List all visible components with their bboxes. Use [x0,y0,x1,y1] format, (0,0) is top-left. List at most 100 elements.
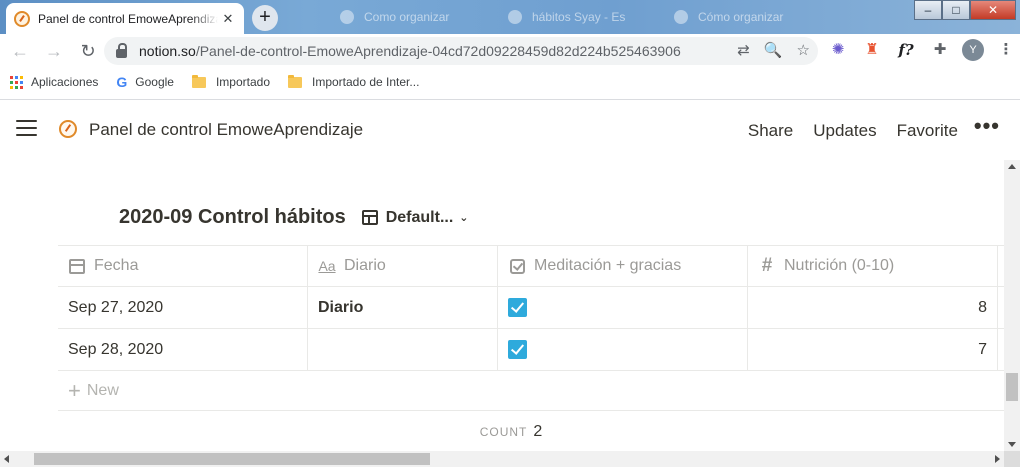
horizontal-scrollbar[interactable] [0,451,1004,467]
cell-nutricion[interactable]: 7 [748,329,998,370]
scrollbar-corner [1004,451,1020,467]
new-row-label: New [86,381,119,399]
view-selector[interactable]: Default... ⌄ [361,208,469,227]
background-tab-title: hábitos Syay - Es [532,10,626,24]
reload-button[interactable]: ↻ [74,41,102,62]
calendar-icon [68,258,86,274]
bookmark-label: Aplicaciones [31,75,99,89]
column-header-fecha[interactable]: Fecha [58,246,308,286]
extension-icons: ✺ ♜ f? ✚ Y ⋮ [826,38,1018,62]
checked-checkbox[interactable] [508,340,527,359]
notion-page-favicon-icon [14,10,30,27]
page-emoji-icon[interactable] [59,120,77,138]
google-icon: G [116,74,128,90]
checked-checkbox[interactable] [508,298,527,317]
bookmark-star-icon[interactable]: ☆ [797,41,810,59]
lock-icon[interactable] [116,42,127,58]
database-table: Fecha Aa Diario Meditación + gracias # N… [58,245,1004,453]
table-row[interactable]: Sep 28, 2020 7 [58,329,1004,371]
column-header-nutricion[interactable]: # Nutrición (0-10) [748,246,998,286]
database-title[interactable]: 2020-09 Control hábitos [119,206,346,229]
column-label: Fecha [94,257,139,274]
breadcrumb-page-title[interactable]: Panel de control EmoweAprendizaje [89,120,363,140]
cell-diario[interactable]: Diario [308,287,498,328]
background-tab[interactable]: Como organizar [340,5,449,29]
column-label: Meditación + gracias [534,257,682,274]
minimize-button[interactable]: – [914,0,942,20]
profile-avatar[interactable]: Y [962,39,984,61]
address-bar[interactable]: notion.so/Panel-de-control-EmoweAprendiz… [104,37,818,65]
browser-menu-icon[interactable]: ⋮ [994,38,1018,62]
count-footer[interactable]: COUNT 2 [58,411,1004,453]
hash-icon: # [761,255,773,276]
count-label: COUNT [479,425,528,439]
bookmark-folder-importado-inter[interactable]: Importado de Inter... [288,74,420,89]
horizontal-scroll-thumb[interactable] [34,453,430,465]
tab-favicon-icon [674,10,688,24]
column-header-diario[interactable]: Aa Diario [308,246,498,286]
checkbox-icon-shape [509,258,525,274]
plus-icon: + [68,377,81,403]
background-tab-title: Cómo organizar [698,10,784,24]
table-header-row: Fecha Aa Diario Meditación + gracias # N… [58,245,1004,287]
bookmarks-bar: Aplicaciones G Google Importado Importad… [0,68,1020,96]
background-tab[interactable]: hábitos Syay - Es [508,5,625,29]
tab-close-icon[interactable]: ✕ [220,11,236,27]
window-controls: – □ ✕ [914,0,1016,20]
column-header-meditacion[interactable]: Meditación + gracias [498,246,748,286]
tab-title: Panel de control EmoweAprendizaje [38,11,218,26]
add-new-row-button[interactable]: + New [58,371,1004,411]
scroll-down-arrow-icon[interactable] [1008,442,1016,447]
extensions-puzzle-icon[interactable]: ✚ [928,38,952,62]
calendar-icon-shape [69,258,85,274]
maximize-button[interactable]: □ [942,0,970,20]
back-button[interactable]: ← [6,41,34,62]
folder-icon [191,74,206,88]
bookmark-label: Google [135,75,174,89]
favorite-button[interactable]: Favorite [897,121,958,141]
cell-fecha[interactable]: Sep 28, 2020 [58,329,308,370]
omnibox-actions: ⇄ 🔍 ☆ [737,41,810,59]
extension-gear-icon[interactable]: ✺ [826,38,850,62]
extension-formula-icon[interactable]: f? [894,38,918,62]
sidebar-menu-icon[interactable] [16,120,37,136]
view-name: Default... [385,208,454,226]
browser-tab-active[interactable]: Panel de control EmoweAprendizaje ✕ [6,3,244,34]
translate-icon[interactable]: ⇄ [737,41,750,59]
bookmark-folder-importado[interactable]: Importado [191,74,270,89]
bookmark-google[interactable]: G Google [116,74,174,90]
cell-nutricion[interactable]: 8 [748,287,998,328]
scroll-left-arrow-icon[interactable] [4,455,9,463]
bookmark-apps[interactable]: Aplicaciones [10,75,98,89]
scroll-right-arrow-icon[interactable] [995,455,1000,463]
vertical-scrollbar[interactable] [1004,160,1020,451]
forward-button[interactable]: → [40,41,68,62]
cell-meditacion[interactable] [498,329,748,370]
column-label: Diario [344,257,386,274]
column-label: Nutrición (0-10) [784,257,895,274]
chevron-down-icon: ⌄ [459,212,469,224]
updates-button[interactable]: Updates [813,121,876,141]
notion-topbar: Panel de control EmoweAprendizaje Share … [0,100,1020,160]
extension-lighthouse-icon[interactable]: ♜ [860,38,884,62]
browser-tab-strip: Panel de control EmoweAprendizaje ✕ + Co… [0,0,1020,34]
share-button[interactable]: Share [748,121,793,141]
more-options-icon[interactable]: ••• [974,113,1000,139]
checkbox-icon [508,258,526,274]
table-row[interactable]: Sep 27, 2020 Diario 8 [58,287,1004,329]
cell-fecha[interactable]: Sep 27, 2020 [58,287,308,328]
scroll-up-arrow-icon[interactable] [1008,164,1016,169]
new-tab-button[interactable]: + [252,5,278,31]
zoom-icon[interactable]: 🔍 [764,41,783,59]
cell-meditacion[interactable] [498,287,748,328]
bookmark-label: Importado de Inter... [312,75,420,89]
background-tab[interactable]: Cómo organizar [674,5,783,29]
table-view-icon [361,210,378,225]
cell-diario[interactable] [308,329,498,370]
folder-icon [288,74,302,88]
tab-favicon-icon [340,10,354,24]
vertical-scroll-thumb[interactable] [1006,373,1018,401]
url-text[interactable]: notion.so/Panel-de-control-EmoweAprendiz… [139,43,681,59]
apps-grid-icon [10,75,23,89]
window-close-button[interactable]: ✕ [970,0,1016,20]
